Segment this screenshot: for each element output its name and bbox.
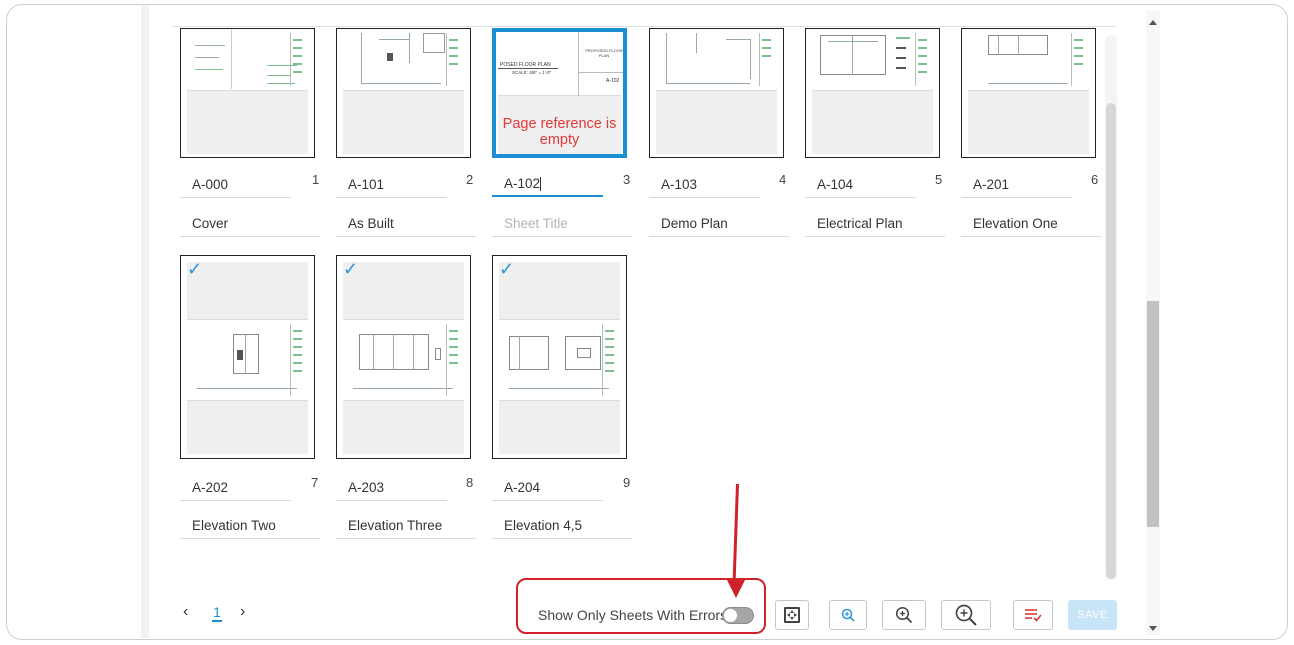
sheet-paper — [343, 29, 464, 154]
zoom-in-small-icon — [841, 608, 855, 622]
scroll-up-icon[interactable] — [1149, 20, 1157, 25]
sheet-title-input-6[interactable]: Elevation One — [961, 211, 1101, 237]
sheet-index-5: 5 — [935, 172, 943, 187]
errors-filter-toggle[interactable] — [722, 607, 754, 624]
sheet-thumbnail-7[interactable]: ✓ — [180, 255, 315, 459]
sheet-index-3: 3 — [623, 172, 631, 187]
next-page-button[interactable]: › — [240, 603, 245, 621]
list-check-icon — [1025, 609, 1042, 622]
sheet-title-input-4[interactable]: Demo Plan — [649, 211, 789, 237]
review-list-button[interactable] — [1013, 600, 1053, 630]
checkmark-icon: ✓ — [499, 259, 515, 279]
sheet-number-input-9[interactable]: A-204 — [492, 475, 603, 501]
zoom-in-large-icon — [955, 604, 977, 626]
sheet-number-input-4[interactable]: A-103 — [649, 172, 760, 198]
grid-scrollbar-thumb[interactable] — [1106, 103, 1116, 579]
sheet-thumbnail-4[interactable] — [649, 28, 784, 158]
sheet-number-input-8[interactable]: A-203 — [336, 475, 447, 501]
sheet-paper — [812, 29, 933, 154]
sheet-number-input-5[interactable]: A-104 — [805, 172, 916, 198]
annotation-highlight-box — [516, 578, 766, 634]
sheet-paper — [343, 262, 464, 454]
sheet-index-6: 6 — [1091, 172, 1099, 187]
sheet-drawing — [499, 319, 620, 401]
sheet-thumbnail-3[interactable]: POSED FLOOR PLAN SCALE: 3/8" = 1'-0" PRO… — [492, 28, 627, 158]
fit-page-icon — [784, 607, 800, 623]
prev-page-button[interactable]: ‹ — [183, 603, 188, 621]
sheet-title-input-1[interactable]: Cover — [180, 211, 320, 237]
sheet-drawing: POSED FLOOR PLAN SCALE: 3/8" = 1'-0" PRO… — [498, 32, 623, 96]
sheet-paper — [656, 29, 777, 154]
sheet-drawing — [343, 319, 464, 401]
top-divider — [172, 26, 1116, 27]
sheet-index-1: 1 — [312, 172, 320, 187]
zoom-in-medium-icon — [895, 606, 913, 624]
sheet-drawing — [968, 29, 1089, 91]
sheet-paper — [499, 262, 620, 454]
sheet-title-input-7[interactable]: Elevation Two — [180, 513, 320, 539]
page-scrollbar-thumb[interactable] — [1147, 301, 1159, 527]
sheet-thumbnail-8[interactable]: ✓ — [336, 255, 471, 459]
sheet-number-input-6[interactable]: A-201 — [961, 172, 1072, 198]
text-cursor — [540, 177, 542, 192]
error-message: Page reference is empty — [502, 116, 617, 148]
sheet-drawing — [343, 29, 464, 91]
toggle-knob — [724, 609, 737, 622]
sheet-index-9: 9 — [623, 475, 631, 490]
sheet-thumbnail-9[interactable]: ✓ — [492, 255, 627, 459]
zoom-in-small-button[interactable] — [829, 600, 867, 630]
sheet-number-input-2[interactable]: A-101 — [336, 172, 447, 198]
save-button[interactable]: SAVE — [1068, 600, 1117, 630]
zoom-in-large-button[interactable] — [941, 600, 991, 630]
sheet-number-input-3[interactable]: A-102 — [492, 171, 603, 197]
sheet-thumbnail-2[interactable] — [336, 28, 471, 158]
page-number-link[interactable]: 1 — [212, 604, 222, 622]
sheet-drawing — [187, 319, 308, 401]
sheet-paper — [968, 29, 1089, 154]
sheet-thumbnail-5[interactable] — [805, 28, 940, 158]
checkmark-icon: ✓ — [187, 259, 203, 279]
sheet-title-input-3[interactable]: Sheet Title — [492, 211, 632, 237]
sheet-drawing — [187, 29, 308, 91]
sheet-thumbnail-6[interactable] — [961, 28, 1096, 158]
thumb-scale: SCALE: 3/8" = 1'-0" — [512, 70, 552, 75]
sheet-index-7: 7 — [311, 475, 319, 490]
thumb-sheet-number: A-102 — [606, 78, 620, 84]
sheet-title-input-5[interactable]: Electrical Plan — [805, 211, 945, 237]
scroll-down-icon[interactable] — [1149, 626, 1157, 631]
sheet-number-value-3: A-102 — [504, 176, 541, 191]
sheet-paper — [187, 262, 308, 454]
sheet-drawing — [656, 29, 777, 91]
sheet-paper — [187, 29, 308, 154]
zoom-in-medium-button[interactable] — [882, 600, 926, 630]
sheet-title-input-9[interactable]: Elevation 4,5 — [492, 513, 632, 539]
thumb-sheet-label: PROPOSED FLOOR PLAN — [585, 48, 623, 58]
sheet-drawing — [812, 29, 933, 91]
sheet-title-input-8[interactable]: Elevation Three — [336, 513, 476, 539]
sheet-number-input-7[interactable]: A-202 — [180, 475, 291, 501]
sheet-number-input-1[interactable]: A-000 — [180, 172, 291, 198]
fit-page-button[interactable] — [775, 600, 809, 630]
sheet-index-2: 2 — [466, 172, 474, 187]
errors-filter-label: Show Only Sheets With Errors — [538, 607, 728, 623]
sheet-index-8: 8 — [466, 475, 474, 490]
sheet-index-4: 4 — [779, 172, 787, 187]
sheet-title-input-2[interactable]: As Built — [336, 211, 476, 237]
sheet-thumbnail-1[interactable] — [180, 28, 315, 158]
checkmark-icon: ✓ — [343, 259, 359, 279]
